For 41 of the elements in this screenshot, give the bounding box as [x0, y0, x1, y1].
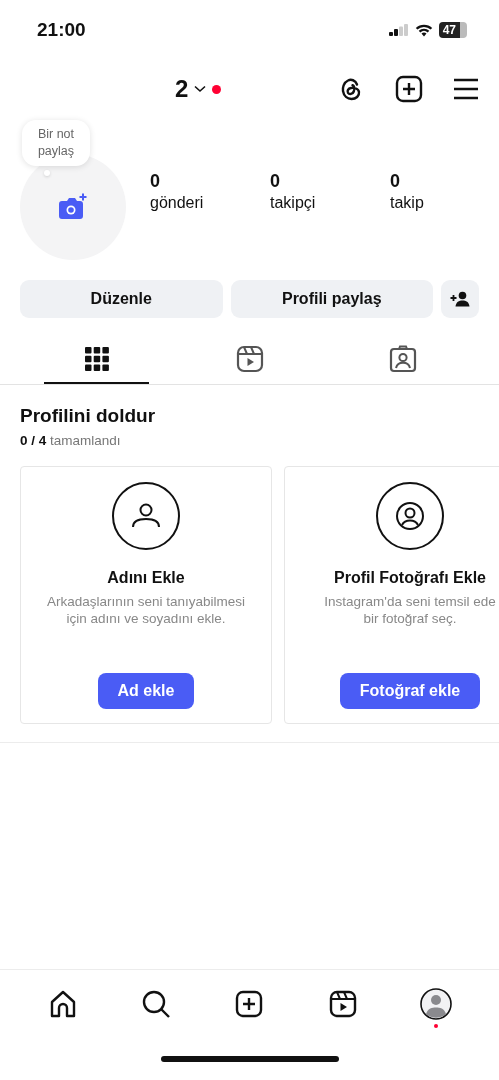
card-title: Adını Ekle	[107, 569, 185, 587]
plus-square-icon[interactable]	[235, 990, 264, 1018]
card-description-line: Arkadaşlarının seni tanıyabilmesi	[45, 593, 247, 610]
menu-icon[interactable]	[453, 78, 479, 100]
note-bubble[interactable]: Bir not paylaş	[22, 120, 90, 166]
progress-count: 0 / 4	[20, 433, 47, 448]
card-description-line: bir fotoğraf seç.	[362, 610, 458, 627]
stat-value[interactable]: 0	[150, 170, 270, 192]
add-person-button[interactable]	[441, 280, 479, 318]
stat-label[interactable]: takipçi	[270, 192, 390, 214]
username[interactable]: 2	[175, 75, 189, 103]
avatar-icon[interactable]	[420, 988, 453, 1020]
add-name-button[interactable]: Ad ekle	[97, 673, 195, 709]
stat-label[interactable]: takip	[390, 192, 499, 214]
person-icon	[111, 481, 181, 551]
card-description-line: Instagram'da seni temsil ede	[323, 593, 497, 610]
progress-label: tamamlandı	[50, 433, 121, 448]
section-title: Profilini doldur	[20, 405, 157, 427]
reels-icon[interactable]	[235, 345, 264, 373]
plus-square-icon[interactable]	[395, 75, 423, 103]
card-title: Profil Fotoğrafı Ekle	[334, 569, 486, 587]
share-profile-button[interactable]: Profili paylaş	[230, 280, 433, 318]
stat-value[interactable]: 0	[390, 170, 499, 192]
chevron-down-icon[interactable]	[194, 85, 207, 93]
wifi-icon	[414, 23, 433, 37]
bubble-tail	[44, 170, 50, 176]
reels-icon[interactable]	[328, 990, 357, 1018]
card-description-line: için adını ve soyadını ekle.	[65, 610, 227, 627]
profile-photo-icon	[375, 481, 445, 551]
stat-value[interactable]: 0	[270, 170, 390, 192]
grid-icon[interactable]	[84, 347, 109, 371]
status-time: 21:00	[37, 19, 86, 41]
add-photo-button[interactable]: Fotoğraf ekle	[339, 673, 481, 709]
camera-plus-icon[interactable]	[58, 193, 88, 221]
search-icon[interactable]	[141, 989, 172, 1019]
add-person-icon[interactable]	[450, 291, 470, 307]
stat-label[interactable]: gönderi	[150, 192, 270, 214]
signal-icon	[388, 24, 409, 36]
battery-indicator: 47	[438, 22, 467, 38]
person-portrait-icon[interactable]	[388, 345, 417, 373]
edit-button[interactable]: Düzenle	[20, 280, 223, 318]
